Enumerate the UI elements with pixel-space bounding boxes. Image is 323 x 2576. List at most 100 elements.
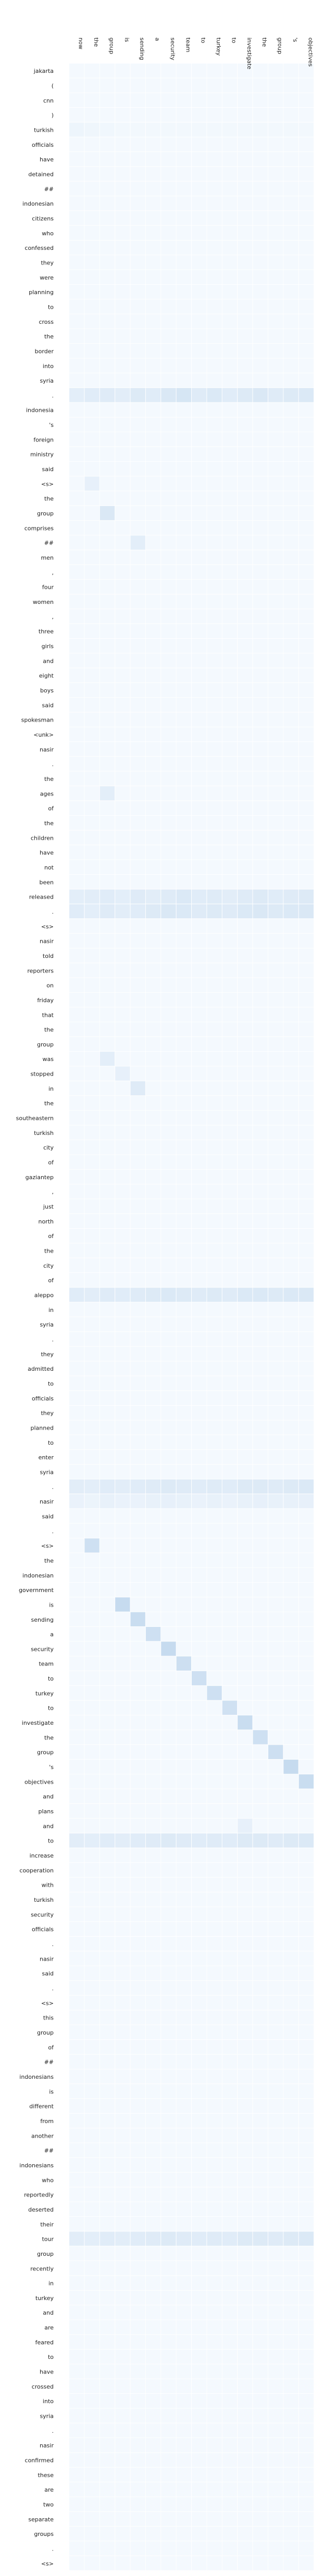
heatmap-cell (100, 432, 115, 447)
heatmap-cell (207, 1007, 222, 1022)
heatmap-cell (84, 1966, 100, 1980)
heatmap-cell (222, 1479, 238, 1494)
heatmap-cell (69, 860, 84, 875)
heatmap-cell (176, 2128, 192, 2143)
heatmap-cell (253, 1081, 268, 1096)
heatmap-cell (283, 2069, 299, 2084)
heatmap-cell (238, 1110, 253, 1125)
heatmap-cell (69, 1155, 84, 1169)
heatmap-cell (222, 196, 238, 211)
heatmap-cell (253, 1803, 268, 1819)
heatmap-cell (238, 491, 253, 506)
heatmap-cell (84, 2305, 100, 2320)
heatmap-cell (84, 1582, 100, 1597)
heatmap-cell (161, 358, 176, 373)
heatmap-cell (145, 1007, 161, 1022)
heatmap-cell (283, 284, 299, 299)
heatmap-cell (222, 1641, 238, 1656)
heatmap-cell (222, 284, 238, 299)
heatmap-cell (84, 2173, 100, 2187)
heatmap-cell (299, 167, 314, 181)
heatmap-cell (299, 2467, 314, 2482)
heatmap-cell (115, 1302, 130, 1317)
heatmap-cell (299, 1376, 314, 1391)
heatmap-cell (145, 2394, 161, 2408)
y-tick-label: from (40, 2118, 54, 2125)
heatmap-cell (222, 801, 238, 815)
heatmap-cell (192, 476, 207, 491)
heatmap-cell (161, 565, 176, 579)
heatmap-cell (283, 417, 299, 432)
heatmap-cell (84, 579, 100, 594)
heatmap-cell (299, 2202, 314, 2217)
heatmap-cell (84, 727, 100, 742)
heatmap-cell (268, 2394, 283, 2408)
heatmap-cell (115, 1258, 130, 1273)
heatmap-cell (100, 1892, 115, 1907)
heatmap-cell (283, 992, 299, 1007)
heatmap-cell (222, 1730, 238, 1745)
heatmap-cell (283, 875, 299, 889)
heatmap-cell (268, 1730, 283, 1745)
heatmap-cell (222, 2320, 238, 2334)
heatmap-cell (69, 344, 84, 358)
heatmap-cell (192, 2025, 207, 2040)
heatmap-cell (176, 712, 192, 727)
heatmap-cell (299, 1184, 314, 1199)
heatmap-cell (145, 1819, 161, 1833)
heatmap-cell (100, 801, 115, 815)
heatmap-cell (176, 2541, 192, 2556)
heatmap-cell (268, 2511, 283, 2527)
heatmap-cell (100, 1789, 115, 1803)
heatmap-cell (268, 535, 283, 550)
heatmap-cell (253, 904, 268, 919)
heatmap-cell (283, 122, 299, 137)
heatmap-cell (130, 2113, 145, 2128)
heatmap-cell (84, 2246, 100, 2261)
heatmap-cell (115, 2113, 130, 2128)
heatmap-cell (145, 609, 161, 624)
heatmap-cell (268, 1759, 283, 1774)
heatmap-cell (69, 565, 84, 579)
x-tick-label: to (200, 37, 207, 43)
y-tick-label: ministry (30, 451, 54, 458)
y-tick-label: into (43, 2398, 54, 2405)
heatmap-cell (145, 2350, 161, 2364)
heatmap-cell (69, 2276, 84, 2290)
heatmap-cell (268, 2379, 283, 2394)
heatmap-cell (207, 1258, 222, 1273)
heatmap-cell (283, 2217, 299, 2231)
y-tick-label: cnn (43, 97, 54, 104)
heatmap-cell (192, 299, 207, 314)
heatmap-cell (283, 432, 299, 447)
heatmap-cell (268, 2290, 283, 2305)
heatmap-cell (84, 1022, 100, 1037)
heatmap-cell (100, 151, 115, 167)
heatmap-cell (161, 2350, 176, 2364)
heatmap-cell (253, 1110, 268, 1125)
heatmap-cell (84, 948, 100, 963)
heatmap-cell (69, 1612, 84, 1626)
heatmap-cell (69, 845, 84, 860)
heatmap-cell (268, 373, 283, 388)
heatmap-cell (268, 1125, 283, 1140)
heatmap-cell (69, 2231, 84, 2246)
heatmap-cell (283, 712, 299, 727)
heatmap-cell (268, 1656, 283, 1671)
heatmap-cell (115, 1287, 130, 1302)
heatmap-cell (192, 1597, 207, 1612)
heatmap-cell (238, 314, 253, 329)
heatmap-cell (145, 2040, 161, 2054)
heatmap-cell (84, 1715, 100, 1730)
heatmap-cell (253, 1361, 268, 1376)
heatmap-cell (130, 1229, 145, 1243)
heatmap-cell (268, 329, 283, 344)
heatmap-cell (84, 609, 100, 624)
heatmap-cell (115, 211, 130, 225)
heatmap-cell (283, 978, 299, 992)
heatmap-cell (161, 756, 176, 771)
heatmap-cell (130, 653, 145, 668)
heatmap-cell (84, 1317, 100, 1332)
heatmap-cell (130, 299, 145, 314)
heatmap-cell (84, 122, 100, 137)
